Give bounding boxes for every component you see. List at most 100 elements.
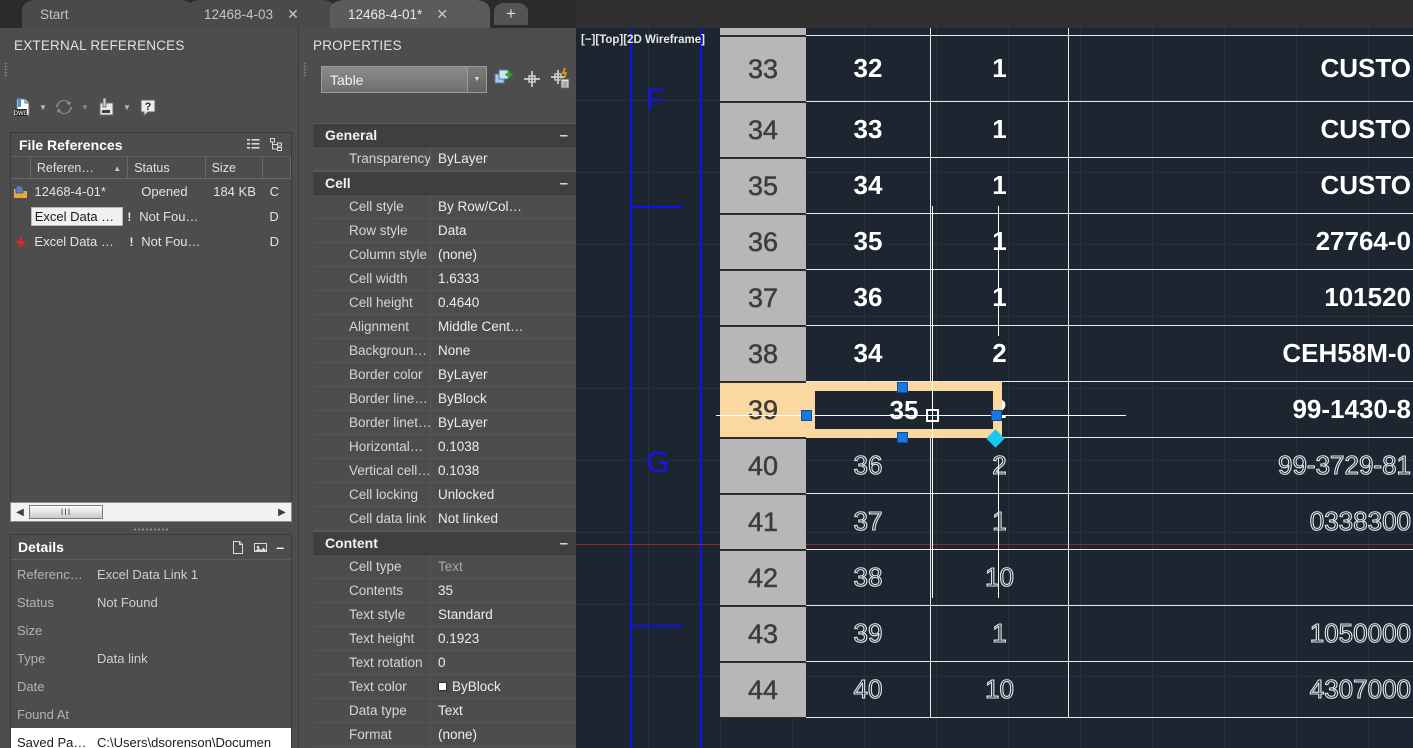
property-value[interactable]: ByBlock — [431, 391, 577, 406]
property-row-border-lineweight[interactable]: Border line… ByBlock — [313, 386, 577, 411]
list-item[interactable]: 12468-4-01* Opened 184 KB C — [11, 179, 291, 204]
property-value[interactable]: 0.4640 — [431, 295, 577, 310]
property-value[interactable]: ByLayer — [431, 151, 577, 166]
cell-item[interactable]: 32 — [806, 36, 931, 101]
cell-desc[interactable] — [1069, 28, 1413, 35]
chevron-down-icon[interactable]: ▼ — [79, 96, 91, 118]
property-row-text-style[interactable]: Text style Standard — [313, 602, 577, 627]
property-value[interactable]: Not linked — [431, 511, 577, 526]
property-row-alignment[interactable]: Alignment Middle Cent… — [313, 314, 577, 339]
details-view-icon[interactable] — [232, 540, 245, 554]
property-group-content[interactable]: Content – — [313, 531, 577, 555]
property-value[interactable]: 0.1923 — [431, 631, 577, 646]
tab-start[interactable]: Start — [22, 0, 194, 28]
cell-desc[interactable]: 1050000 — [1069, 606, 1413, 661]
quick-calc-icon[interactable] — [549, 68, 571, 90]
property-row-text-color[interactable]: Text color ByBlock — [313, 674, 577, 699]
cell-qty[interactable]: 1 — [931, 36, 1069, 101]
list-item[interactable]: Excel Data … ! Not Fou… D — [11, 229, 291, 254]
cell-desc[interactable]: 27764-0 — [1069, 214, 1413, 269]
cell-desc[interactable] — [1069, 550, 1413, 605]
row-header[interactable]: 34 — [720, 102, 806, 158]
property-value[interactable]: Data — [431, 223, 577, 238]
selected-cell[interactable]: 35 — [815, 391, 993, 429]
cell-qty[interactable]: 1 — [931, 270, 1069, 325]
property-row-cell-width[interactable]: Cell width 1.6333 — [313, 266, 577, 291]
column-header-type[interactable] — [263, 157, 291, 179]
property-group-cell[interactable]: Cell – — [313, 171, 577, 195]
cell-desc[interactable]: CUSTO — [1069, 36, 1413, 101]
grip-left-midpoint[interactable] — [801, 410, 812, 421]
property-row-border-linetype[interactable]: Border linet… ByLayer — [313, 410, 577, 435]
property-row-row-style[interactable]: Row style Data — [313, 218, 577, 243]
tree-view-icon[interactable] — [270, 138, 283, 151]
cell-item[interactable]: 34 — [806, 326, 931, 381]
cell-desc[interactable]: 99-1430-8 — [1069, 382, 1413, 437]
row-header[interactable]: 44 — [720, 662, 806, 718]
grip-bottom-midpoint[interactable] — [897, 432, 908, 443]
chevron-down-icon[interactable]: ▼ — [121, 96, 133, 118]
cell-qty[interactable]: 10 — [931, 662, 1069, 717]
attach-image-icon[interactable] — [94, 95, 118, 119]
row-header[interactable]: 43 — [720, 606, 806, 662]
property-value[interactable]: 35 — [431, 583, 577, 598]
property-row-cell-height[interactable]: Cell height 0.4640 — [313, 290, 577, 315]
column-header-size[interactable]: Size — [206, 157, 264, 179]
row-header[interactable]: 35 — [720, 158, 806, 214]
cell-desc[interactable]: 4307000 — [1069, 662, 1413, 717]
property-row-horizontal-margin[interactable]: Horizontal… 0.1038 — [313, 434, 577, 459]
list-view-icon[interactable] — [247, 138, 260, 151]
drawing-canvas[interactable]: F G [−][Top][2D Wireframe] 33 32 1 CUSTO… — [576, 28, 1413, 748]
panel-drag-grip[interactable] — [4, 62, 8, 78]
cell-qty[interactable]: 2 — [931, 438, 1069, 493]
column-header-status[interactable]: Status — [128, 157, 206, 179]
attach-dwg-icon[interactable]: DWG — [10, 95, 34, 119]
help-icon[interactable]: ? — [136, 95, 160, 119]
cell-qty[interactable]: 1 — [931, 494, 1069, 549]
property-value[interactable]: ByLayer — [431, 367, 577, 382]
cell-item[interactable]: 36 — [806, 438, 931, 493]
property-value[interactable]: Standard — [431, 607, 577, 622]
cell-desc[interactable]: 99-3729-81 — [1069, 438, 1413, 493]
cell-desc[interactable]: 101520 — [1069, 270, 1413, 325]
property-row-text-height[interactable]: Text height 0.1923 — [313, 626, 577, 651]
cell-qty[interactable]: 2 — [931, 326, 1069, 381]
cell-item[interactable]: 35 — [806, 214, 931, 269]
rename-input[interactable]: Excel Data … — [30, 207, 124, 226]
collapse-icon[interactable]: – — [276, 539, 284, 555]
property-row-cell-data-link[interactable]: Cell data link Not linked — [313, 506, 577, 531]
scroll-left-icon[interactable]: ◀ — [11, 507, 29, 518]
column-header-reference[interactable]: Referen… ▲ — [31, 157, 129, 179]
cell-qty[interactable]: 1 — [931, 606, 1069, 661]
property-value[interactable]: (none) — [431, 727, 577, 742]
property-value[interactable]: None — [431, 343, 577, 358]
cell-qty[interactable]: 1 — [931, 102, 1069, 157]
property-row-data-type[interactable]: Data type Text — [313, 698, 577, 723]
cell-desc[interactable]: 0338300 — [1069, 494, 1413, 549]
property-row-background-fill[interactable]: Backgroun… None — [313, 338, 577, 363]
cell-qty[interactable]: 1 — [931, 158, 1069, 213]
property-value[interactable]: Unlocked — [431, 487, 577, 502]
cell-qty[interactable] — [931, 28, 1069, 35]
scroll-right-icon[interactable]: ▶ — [273, 507, 291, 518]
cell-desc[interactable]: CUSTO — [1069, 102, 1413, 157]
detail-row-saved-path[interactable]: Saved Pa… C:\Users\dsorenson\Documen — [11, 728, 291, 748]
tab-12468-4-01[interactable]: 12468-4-01* ✕ — [330, 0, 490, 28]
property-row-vertical-margin[interactable]: Vertical cell… 0.1038 — [313, 458, 577, 483]
row-header-partial[interactable] — [720, 28, 806, 36]
property-value[interactable]: (none) — [431, 247, 577, 262]
grip-right-midpoint[interactable] — [991, 410, 1002, 421]
property-value-wrap[interactable]: ByBlock — [431, 679, 577, 694]
pick-point-icon[interactable] — [521, 68, 543, 90]
chevron-down-icon[interactable]: ▼ — [467, 67, 486, 92]
cell-item[interactable]: 34 — [806, 158, 931, 213]
cell-item[interactable]: 38 — [806, 550, 931, 605]
scrollbar-thumb[interactable]: III — [29, 505, 103, 519]
property-value[interactable]: ByLayer — [431, 415, 577, 430]
cell-qty[interactable]: 10 — [931, 550, 1069, 605]
property-value[interactable]: Text — [431, 703, 577, 718]
property-value[interactable]: 0.1038 — [431, 439, 577, 454]
property-row-transparency[interactable]: Transparency ByLayer — [313, 146, 577, 171]
property-value[interactable]: 1.6333 — [431, 271, 577, 286]
property-row-border-color[interactable]: Border color ByLayer — [313, 362, 577, 387]
